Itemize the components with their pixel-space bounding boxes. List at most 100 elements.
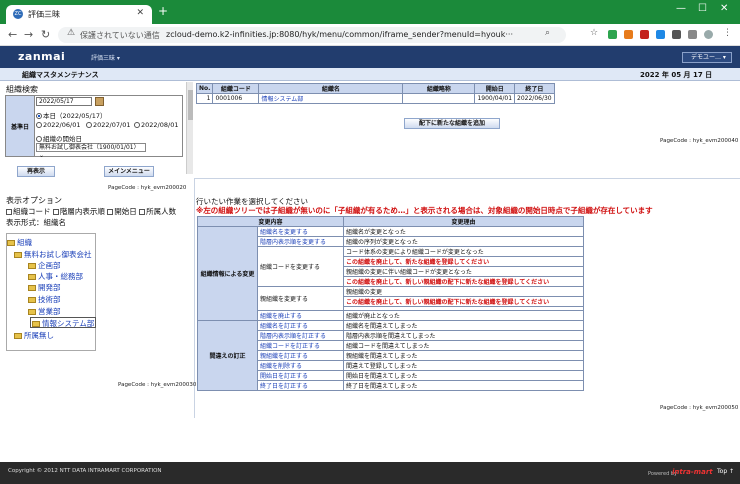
tree-node[interactable]: 所属無し [14, 330, 54, 341]
radio-date-2[interactable]: 2022/07/01 [86, 121, 130, 129]
reorder-link[interactable]: 階層内表示順を変更する [257, 236, 344, 247]
search-title: 組織検索 [6, 85, 38, 94]
reason-cell: コード体系の変更により組織コードが変更となった [343, 246, 584, 257]
reload-icon[interactable]: ↻ [41, 28, 50, 41]
tree-root[interactable]: 組織 [7, 237, 32, 248]
calendar-icon[interactable] [95, 97, 104, 106]
page-code: PageCode : hyk_evm200020 [108, 185, 187, 191]
col-no: No. [195, 83, 214, 94]
fix-start-link[interactable]: 開始日を訂正する [257, 370, 344, 381]
app-menu[interactable]: 評価三昧 ▾ [91, 53, 120, 62]
folder-icon [14, 252, 22, 258]
radio-date-1-label: 2022/06/01 [43, 121, 81, 129]
main-menu-button[interactable]: メインメニュー [104, 166, 154, 177]
close-window-icon[interactable]: ✕ [720, 3, 728, 14]
bookmark-icon[interactable]: ☆ [590, 28, 598, 38]
extension-icon[interactable] [608, 30, 617, 39]
tree-node[interactable]: 営業部 [28, 306, 61, 317]
brand-logo: intra-mart [672, 468, 713, 476]
tree-node[interactable]: 開発部 [28, 282, 61, 293]
col-start: 開始日 [474, 83, 516, 94]
reason-cell: 終了日を間違えてしまった [343, 380, 584, 391]
table-header: 変更内容 変更理由 [197, 216, 584, 227]
sidebar-icon[interactable] [688, 30, 697, 39]
abolish-link[interactable]: 組織を廃止する [257, 310, 344, 321]
reason-cell: 組織コードを間違えてしまった [343, 340, 584, 351]
col-end: 終了日 [514, 83, 555, 94]
page-title: 組織マスタメンテナンス [22, 71, 99, 79]
tree-node[interactable]: 人事・総務部 [28, 271, 83, 282]
insecure-label: 保護されていない通信 [80, 31, 160, 40]
fix-order-link[interactable]: 階層内表示順を訂正する [257, 330, 344, 341]
company-select[interactable]: 無料お試し御表会社（1900/01/01） ⌄ [36, 143, 146, 159]
cb-org-code-label: 組織コード [13, 207, 51, 216]
radio-date-2-label: 2022/07/01 [93, 121, 131, 129]
add-child-org-button[interactable]: 配下に新たな組織を追加 [404, 118, 500, 129]
tree-node[interactable]: 企画部 [28, 260, 61, 271]
forward-icon[interactable]: → [24, 28, 33, 41]
scrollbar[interactable] [186, 82, 193, 174]
tree-node-company[interactable]: 無料お試し御表会社 [14, 249, 92, 260]
refresh-button[interactable]: 再表示 [17, 166, 55, 177]
row-no: 1 [195, 93, 214, 104]
avatar[interactable] [704, 30, 713, 39]
cb-order-label: 階層内表示順 [59, 207, 105, 216]
tree-node-label: 営業部 [38, 307, 61, 316]
kebab-menu-icon[interactable]: ⋮ [723, 28, 732, 38]
options-title: 表示オプション [6, 196, 62, 205]
extension-icon[interactable] [624, 30, 633, 39]
user-menu[interactable]: デモユー… ▾ [682, 52, 732, 63]
pdf-extension-icon[interactable] [640, 30, 649, 39]
search-icon[interactable]: ⌕ [545, 28, 550, 38]
radio-today[interactable]: 本日（2022/05/17） [36, 110, 106, 120]
date-input[interactable]: 2022/05/17 [36, 97, 92, 106]
warning-icon: ⚠ [67, 28, 76, 38]
extension-icon[interactable] [656, 30, 665, 39]
rename-link[interactable]: 組織名を変更する [257, 226, 344, 237]
reason-cell: 親組織を間違えてしまった [343, 350, 584, 361]
radio-date-3[interactable]: 2022/08/01 [134, 121, 178, 129]
cb-org-code[interactable]: 組織コード [6, 207, 51, 216]
puzzle-icon[interactable] [672, 30, 681, 39]
top-link[interactable]: Top ↑ [717, 468, 734, 475]
col-name: 組織名 [258, 83, 404, 94]
fix-parent-link[interactable]: 親組織を訂正する [257, 350, 344, 361]
maximize-icon[interactable]: ☐ [698, 3, 707, 14]
fix-end-link[interactable]: 終了日を訂正する [257, 380, 344, 391]
tree-node[interactable]: 技術部 [28, 294, 61, 305]
folder-icon [28, 309, 36, 315]
page-code: PageCode : hyk_evm200050 [660, 405, 739, 411]
radio-date-1[interactable]: 2022/06/01 [36, 121, 80, 129]
operations-table: 変更内容 変更理由 組織情報による変更 組織名を変更する 組織名が変更となった 階… [197, 216, 584, 391]
cb-start[interactable]: 開始日 [107, 207, 137, 216]
table-header: No. 組織コード 組織名 組織略称 開始日 終了日 [195, 83, 555, 94]
new-tab-icon[interactable]: + [158, 4, 168, 18]
divider [194, 178, 740, 179]
reason-cell: 親組織の変更 [343, 286, 584, 297]
scrollbar-thumb[interactable] [188, 90, 193, 120]
tree-node-selected[interactable]: 情報システム部 [32, 318, 94, 329]
radio-date-3-label: 2022/08/01 [141, 121, 179, 129]
org-table: No. 組織コード 組織名 組織略称 開始日 終了日 1 0001006 情報シ… [195, 83, 555, 104]
back-icon[interactable]: ← [8, 28, 17, 41]
row-abbr [402, 93, 476, 104]
browser-tab[interactable]: ZC 評価三昧 ✕ [6, 5, 152, 24]
tree-node-label: 技術部 [38, 295, 61, 304]
minimize-icon[interactable]: — [676, 3, 686, 14]
url-field[interactable]: ⚠ 保護されていない通信 zcloud-demo.k2-infinities.j… [58, 27, 566, 43]
reason-warning: この組織を廃止して、新しい親組織の配下に新たな組織を登録してください [343, 296, 584, 307]
radio-start-date[interactable]: 組織の開始日 [36, 133, 82, 143]
row-name-link[interactable]: 情報システム部 [258, 93, 404, 104]
reason-cell: 組織の序列が変更となった [343, 236, 584, 247]
tree-node-label: 所属無し [24, 331, 54, 340]
cb-members[interactable]: 所属人数 [139, 207, 176, 216]
cb-order[interactable]: 階層内表示順 [52, 207, 105, 216]
app-header: zanmai 評価三昧 ▾ [0, 46, 740, 68]
options-row: 組織コード 階層内表示順 開始日 所属人数 [6, 206, 176, 217]
reason-cell: 組織が廃止となった [343, 310, 584, 321]
folder-icon [7, 240, 15, 246]
delete-link[interactable]: 組織を削除する [257, 360, 344, 371]
fix-code-link[interactable]: 組織コードを訂正する [257, 340, 344, 351]
fix-name-link[interactable]: 組織名を訂正する [257, 320, 344, 331]
close-tab-icon[interactable]: ✕ [136, 8, 144, 18]
